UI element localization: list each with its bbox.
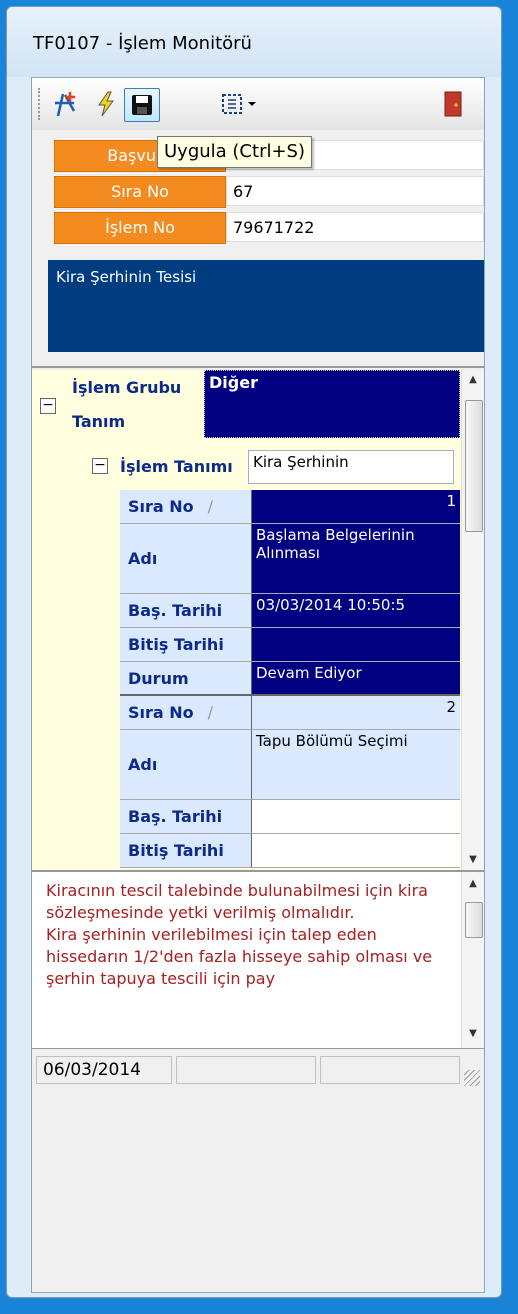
step-sira-label: Sıra No ∕ xyxy=(120,490,252,524)
status-cell xyxy=(320,1056,460,1084)
islem-no-label: İşlem No xyxy=(54,212,226,244)
step-bitis-value[interactable] xyxy=(252,834,460,868)
client-area: Başvuru Sıra No 67 İşlem No 79671722 Uyg… xyxy=(31,77,485,1293)
notes-text: Kiracının tescil talebinde bulunabilmesi… xyxy=(46,881,433,988)
step-bitis-value[interactable] xyxy=(252,628,460,662)
lightning-icon[interactable] xyxy=(92,88,120,120)
save-icon[interactable] xyxy=(124,88,160,122)
islem-no-value[interactable]: 79671722 xyxy=(226,212,484,242)
step-adi-label: Adı xyxy=(120,730,252,800)
toolbar xyxy=(32,78,484,131)
step-sira-value[interactable]: 2 xyxy=(252,696,460,730)
step-adi-value[interactable]: Tapu Bölümü Seçimi xyxy=(252,730,460,800)
title-bar[interactable]: TF0107 - İşlem Monitörü xyxy=(7,7,501,77)
step-adi-value[interactable]: Başlama Belgelerinin Alınması xyxy=(252,524,460,594)
scroll-down-icon[interactable]: ▼ xyxy=(462,1028,484,1039)
sira-no-value[interactable]: 67 xyxy=(226,176,484,206)
step-bas-label: Baş. Tarihi xyxy=(120,594,252,628)
cursor-plus-icon[interactable] xyxy=(50,88,84,120)
sort-indicator-icon: ∕ xyxy=(207,497,214,516)
toolbar-grip[interactable] xyxy=(38,88,43,120)
step-bas-value[interactable] xyxy=(252,800,460,834)
status-cell xyxy=(176,1056,316,1084)
notes-scrollbar[interactable]: ▲ ▼ xyxy=(461,872,484,1048)
islem-tanimi-value[interactable]: Kira Şerhinin xyxy=(248,450,454,484)
step-sira-value[interactable]: 1 xyxy=(252,490,460,524)
window-frame: TF0107 - İşlem Monitörü Başvuru Sıra No … xyxy=(0,0,518,1314)
step-bitis-label: Bitiş Tarihi xyxy=(120,834,252,868)
step-sira-label: Sıra No ∕ xyxy=(120,696,252,730)
exit-door-icon[interactable] xyxy=(438,88,468,120)
step-bitis-label: Bitiş Tarihi xyxy=(120,628,252,662)
status-date: 06/03/2014 xyxy=(36,1056,172,1084)
scroll-thumb[interactable] xyxy=(465,902,483,938)
window-title: TF0107 - İşlem Monitörü xyxy=(33,33,252,54)
scroll-down-icon[interactable]: ▼ xyxy=(462,854,484,865)
app-window: TF0107 - İşlem Monitörü Başvuru Sıra No … xyxy=(6,6,502,1298)
step-bas-label: Baş. Tarihi xyxy=(120,800,252,834)
save-tooltip: Uygula (Ctrl+S) xyxy=(157,136,312,168)
scroll-thumb[interactable] xyxy=(465,400,483,532)
step-durum-label: Durum xyxy=(120,662,252,696)
group-label: İşlem Grubu xyxy=(72,377,182,397)
scroll-up-icon[interactable]: ▲ xyxy=(462,878,484,889)
scroll-up-icon[interactable]: ▲ xyxy=(462,374,484,385)
step-durum-value[interactable]: Devam Ediyor xyxy=(252,662,460,696)
sort-indicator-icon: ∕ xyxy=(207,703,214,722)
sira-no-label: Sıra No xyxy=(54,176,226,208)
step-sira-label-text: Sıra No xyxy=(128,497,194,516)
group-collapse-icon[interactable]: − xyxy=(40,398,56,414)
layout-dropdown-icon[interactable] xyxy=(218,88,262,120)
resize-grip-icon[interactable] xyxy=(464,1070,480,1086)
tanim-collapse-icon[interactable]: − xyxy=(92,458,108,474)
group-value[interactable]: Diğer xyxy=(204,370,460,438)
tanim-label: Tanım xyxy=(72,411,126,431)
step-adi-label: Adı xyxy=(120,524,252,594)
islem-tanimi-label: İşlem Tanımı xyxy=(120,456,233,476)
step-bas-value[interactable]: 03/03/2014 10:50:5 xyxy=(252,594,460,628)
tree-scrollbar[interactable]: ▲ ▼ xyxy=(461,370,484,870)
step-sira-label-text: Sıra No xyxy=(128,703,194,722)
notes-panel: Kiracının tescil talebinde bulunabilmesi… xyxy=(32,872,484,1049)
islem-description: Kira Şerhinin Tesisi xyxy=(48,260,484,352)
info-panel: Başvuru Sıra No 67 İşlem No 79671722 Uyg… xyxy=(32,130,484,368)
status-bar: 06/03/2014 xyxy=(32,1050,484,1090)
process-tree-grid[interactable]: − İşlem Grubu Tanım Diğer − İşlem Tanımı… xyxy=(32,370,484,872)
